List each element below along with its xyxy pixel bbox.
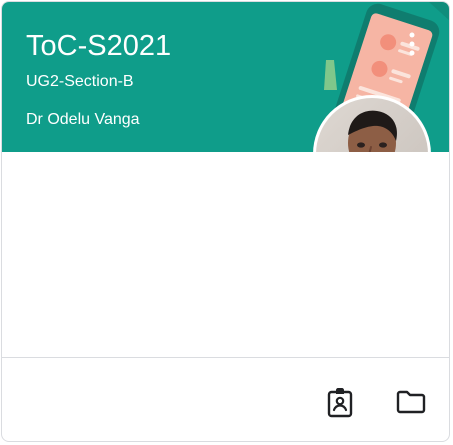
open-your-work-button[interactable] [320,382,360,422]
class-title-link[interactable]: ToC-S2021 [26,28,171,64]
more-vert-icon [409,32,415,56]
class-card-body [2,152,449,357]
more-options-button[interactable] [400,28,424,60]
assignment-ind-icon [327,388,353,418]
folder-icon [396,390,426,414]
class-card: ToC-S2021 UG2-Section-B Dr Odelu Vanga [1,1,450,442]
class-card-footer [2,357,449,441]
teacher-name: Dr Odelu Vanga [26,111,140,128]
class-section: UG2-Section-B [26,73,134,90]
open-class-folder-button[interactable] [391,382,431,422]
